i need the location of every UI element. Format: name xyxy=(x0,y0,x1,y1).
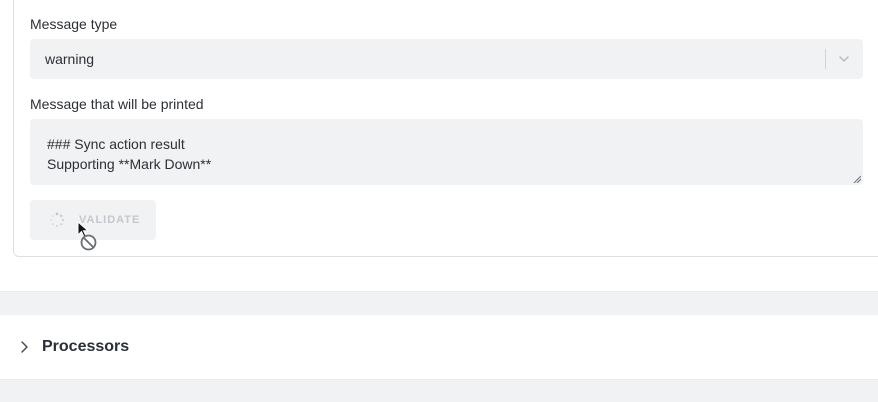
message-type-label: Message type xyxy=(30,16,118,32)
loading-spinner-icon xyxy=(49,212,65,228)
chevron-down-icon[interactable] xyxy=(837,52,851,66)
message-type-select[interactable]: warning xyxy=(30,39,863,79)
form-area: Message type warning Message that will b… xyxy=(0,0,878,291)
resize-grip-icon[interactable] xyxy=(853,175,861,183)
chevron-right-icon[interactable] xyxy=(18,340,30,354)
select-separator xyxy=(825,49,826,69)
section-title: Processors xyxy=(42,338,130,355)
section-divider xyxy=(0,379,878,402)
message-text-label: Message that will be printed xyxy=(30,96,204,112)
section-divider xyxy=(0,291,878,315)
section-processors[interactable]: Processors xyxy=(0,315,878,379)
message-type-value: warning xyxy=(45,51,95,67)
not-allowed-icon xyxy=(80,234,97,251)
message-text-input[interactable]: ### Sync action result Supporting **Mark… xyxy=(30,119,863,185)
